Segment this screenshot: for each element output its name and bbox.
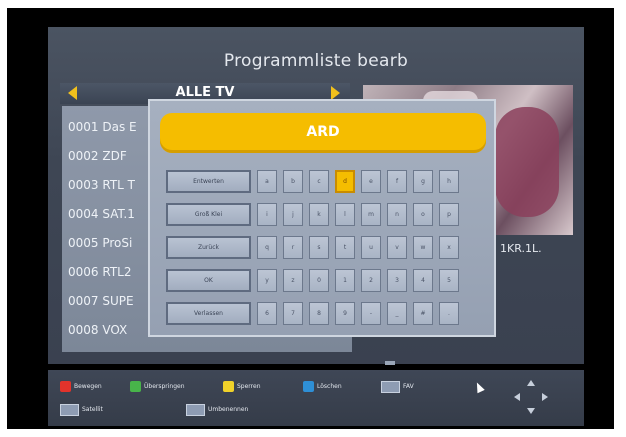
list-item[interactable]: 0005 ProSi <box>68 236 132 250</box>
legend-rename[interactable]: Umbenennen <box>186 403 248 416</box>
key-v[interactable]: v <box>387 236 407 259</box>
key-t[interactable]: t <box>335 236 355 259</box>
legend-fav[interactable]: FAV <box>381 380 414 393</box>
key-7[interactable]: 7 <box>283 302 303 325</box>
key-i[interactable]: i <box>257 203 277 226</box>
ok-button[interactable]: OK <box>166 269 251 292</box>
key-symbol[interactable]: _ <box>387 302 407 325</box>
rename-key-icon <box>186 403 205 416</box>
key-9[interactable]: 9 <box>335 302 355 325</box>
list-item[interactable]: 0007 SUPE <box>68 294 134 308</box>
legend-label: Umbenennen <box>208 406 249 413</box>
key-n[interactable]: n <box>387 203 407 226</box>
key-k[interactable]: k <box>309 203 329 226</box>
rename-keyboard-dialog: ARD Entwerten Groß Klei Zurück OK Verlas… <box>148 99 496 337</box>
legend-label: Überspringen <box>144 383 185 390</box>
key-o[interactable]: o <box>413 203 433 226</box>
delete-button[interactable]: Entwerten <box>166 170 251 193</box>
key-4[interactable]: 4 <box>413 269 433 292</box>
red-key-icon <box>60 381 71 392</box>
legend-label: FAV <box>403 383 414 390</box>
green-key-icon <box>130 381 141 392</box>
dpad-icon <box>514 380 548 414</box>
legend-label: Satellit <box>82 406 103 413</box>
tab-all-tv[interactable]: ALLE TV <box>60 85 350 100</box>
key-g[interactable]: g <box>413 170 433 193</box>
legend-satellit[interactable]: Satellit <box>60 403 103 416</box>
preview-shape <box>495 107 559 217</box>
key-p[interactable]: p <box>439 203 459 226</box>
key-e[interactable]: e <box>361 170 381 193</box>
key-6[interactable]: 6 <box>257 302 277 325</box>
key-3[interactable]: 3 <box>387 269 407 292</box>
key-s[interactable]: s <box>309 236 329 259</box>
key-x[interactable]: x <box>439 236 459 259</box>
key-r[interactable]: r <box>283 236 303 259</box>
key-0[interactable]: 0 <box>309 269 329 292</box>
key-5[interactable]: 5 <box>439 269 459 292</box>
tv-frame: Programmliste bearb ALLE TV 0001 Das E 0… <box>7 8 614 429</box>
key-1[interactable]: 1 <box>335 269 355 292</box>
list-item[interactable]: 0003 RTL T <box>68 178 135 192</box>
list-item[interactable]: 0006 RTL2 <box>68 265 131 279</box>
list-item[interactable]: 0008 VOX <box>68 323 127 337</box>
page-title: Programmliste bearb <box>223 51 409 71</box>
key-a[interactable]: a <box>257 170 277 193</box>
key-l[interactable]: l <box>335 203 355 226</box>
legend-blue[interactable]: Löschen <box>303 380 342 393</box>
key-z[interactable]: z <box>283 269 303 292</box>
key-m[interactable]: m <box>361 203 381 226</box>
key-d[interactable]: d <box>335 170 355 193</box>
key-8[interactable]: 8 <box>309 302 329 325</box>
scroll-indicator <box>385 361 395 365</box>
key-2[interactable]: 2 <box>361 269 381 292</box>
key-symbol[interactable]: . <box>439 302 459 325</box>
name-input[interactable]: ARD <box>160 113 486 153</box>
preview-info: 1KR.1L. <box>500 242 542 255</box>
legend-label: Sperren <box>237 383 261 390</box>
legend-yellow[interactable]: Sperren <box>223 380 261 393</box>
key-u[interactable]: u <box>361 236 381 259</box>
key-c[interactable]: c <box>309 170 329 193</box>
key-b[interactable]: b <box>283 170 303 193</box>
key-j[interactable]: j <box>283 203 303 226</box>
blue-key-icon <box>303 381 314 392</box>
key-h[interactable]: h <box>439 170 459 193</box>
key-w[interactable]: w <box>413 236 433 259</box>
mouse-cursor-icon <box>473 380 485 394</box>
list-item[interactable]: 0004 SAT.1 <box>68 207 135 221</box>
legend-label: Bewegen <box>74 383 102 390</box>
case-toggle-button[interactable]: Groß Klei <box>166 203 251 226</box>
key-y[interactable]: y <box>257 269 277 292</box>
key-symbol[interactable]: # <box>413 302 433 325</box>
sat-key-icon <box>60 403 79 416</box>
exit-button[interactable]: Verlassen <box>166 302 251 325</box>
key-symbol[interactable]: - <box>361 302 381 325</box>
legend-red[interactable]: Bewegen <box>60 380 102 393</box>
list-item[interactable]: 0002 ZDF <box>68 149 127 163</box>
legend-green[interactable]: Überspringen <box>130 380 185 393</box>
name-input-value: ARD <box>306 124 340 140</box>
legend-label: Löschen <box>317 383 342 390</box>
list-item[interactable]: 0001 Das E <box>68 120 137 134</box>
key-q[interactable]: q <box>257 236 277 259</box>
legend-bar: Bewegen Überspringen Sperren Löschen FAV… <box>48 370 584 426</box>
back-button[interactable]: Zurück <box>166 236 251 259</box>
yellow-key-icon <box>223 381 234 392</box>
key-f[interactable]: f <box>387 170 407 193</box>
fav-key-icon <box>381 380 400 393</box>
arrow-right-icon[interactable] <box>331 86 340 100</box>
